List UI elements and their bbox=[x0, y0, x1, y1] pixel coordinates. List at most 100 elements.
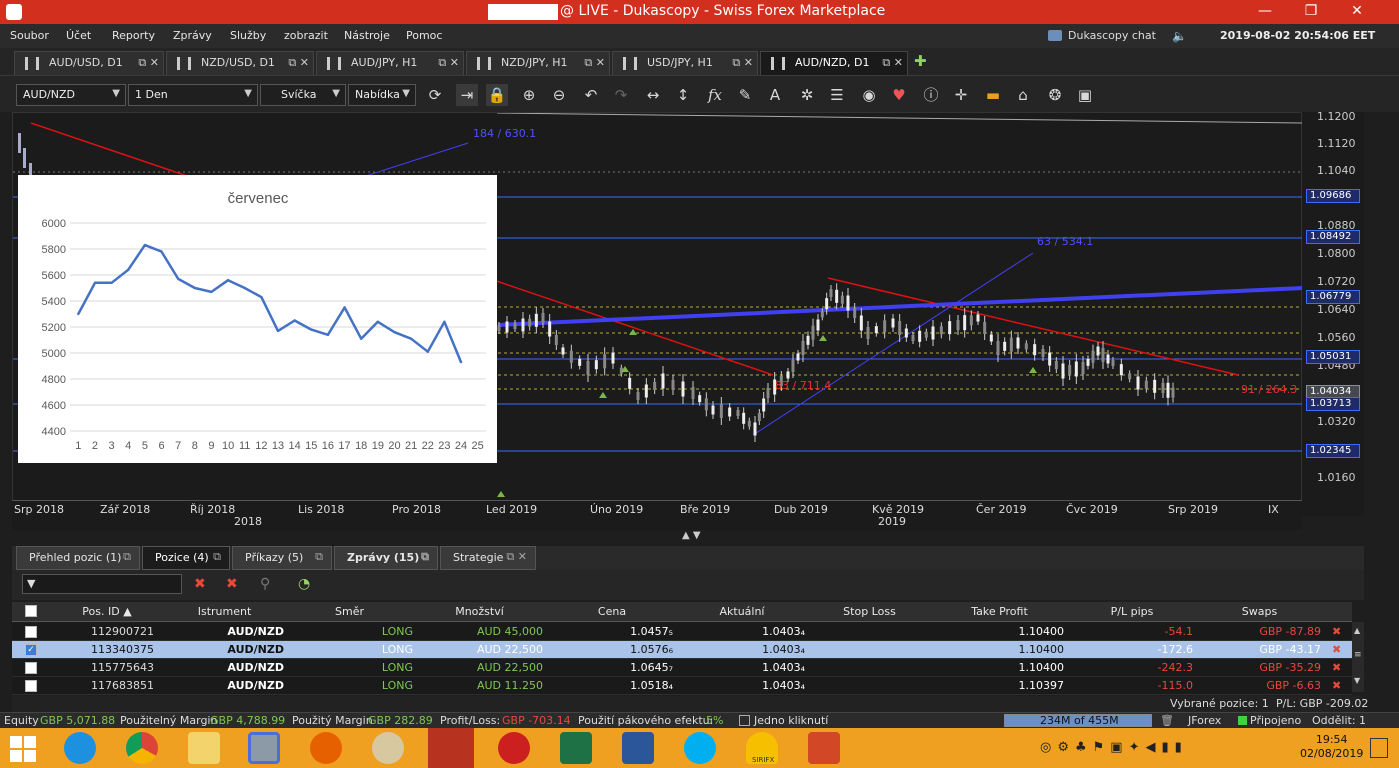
indicators-icon[interactable]: fx bbox=[704, 84, 726, 106]
tab-detach-close-icons[interactable]: ⧉ ✕ bbox=[584, 56, 605, 70]
crosshair-icon[interactable]: ✛ bbox=[950, 84, 972, 106]
tab-nzd-usd[interactable]: NZD/USD, D1 ⧉ ✕ bbox=[166, 51, 314, 75]
refresh-icon[interactable]: ⟳ bbox=[424, 84, 446, 106]
close-position-icon[interactable]: ✖ bbox=[1332, 643, 1341, 656]
menu-zpravy[interactable]: Zprávy bbox=[173, 29, 212, 42]
table-row[interactable]: 117683851 AUD/NZD LONG AUD 11.250 1.0518… bbox=[12, 677, 1352, 695]
detach-icon[interactable]: ⧉ bbox=[123, 550, 131, 564]
col-direction[interactable]: Směr bbox=[287, 605, 412, 618]
tab-aud-nzd[interactable]: AUD/NZD, D1 ⧉ ✕ bbox=[760, 51, 908, 75]
excel-icon[interactable] bbox=[560, 732, 592, 764]
scroll-up-icon[interactable]: ▲ bbox=[1354, 626, 1360, 635]
speaker-icon[interactable]: 🔈 bbox=[1172, 29, 1187, 43]
table-row[interactable]: 115775643 AUD/NZD LONG AUD 22,500 1.0645… bbox=[12, 659, 1352, 677]
template-icon[interactable]: ⌂ bbox=[1012, 84, 1034, 106]
tab-aud-jpy[interactable]: AUD/JPY, H1 ⧉ ✕ bbox=[316, 51, 464, 75]
chrome-icon[interactable] bbox=[126, 732, 158, 764]
tab-aud-usd[interactable]: AUD/USD, D1 ⧉ ✕ bbox=[14, 51, 164, 75]
vertical-scale-icon[interactable]: ↕ bbox=[672, 84, 694, 106]
eye-icon[interactable]: ◉ bbox=[858, 84, 880, 106]
merge-icon[interactable]: ⚲ bbox=[260, 576, 270, 592]
close-button[interactable]: ✕ bbox=[1334, 0, 1380, 24]
col-stop-loss[interactable]: Stop Loss bbox=[807, 605, 932, 618]
row-checkbox[interactable] bbox=[25, 680, 37, 692]
tab-messages[interactable]: Zprávy (15) ⧉ bbox=[334, 546, 438, 570]
save-icon[interactable]: ▣ bbox=[1074, 84, 1096, 106]
row-checkbox-checked[interactable]: ✓ bbox=[25, 644, 37, 656]
menu-reporty[interactable]: Reporty bbox=[112, 29, 155, 42]
select-all-checkbox[interactable] bbox=[25, 605, 37, 617]
offer-side-select[interactable]: Nabídka ▼ bbox=[348, 84, 416, 106]
trade-levels-icon[interactable]: ▬ bbox=[982, 84, 1004, 106]
undo-icon[interactable]: ↶ bbox=[580, 84, 602, 106]
pie-chart-icon[interactable]: ◔ bbox=[298, 576, 310, 592]
windows-start-icon[interactable] bbox=[10, 736, 36, 762]
tab-usd-jpy[interactable]: USD/JPY, H1 ⧉ ✕ bbox=[612, 51, 758, 75]
col-price[interactable]: Cena bbox=[547, 605, 677, 618]
detach-icon[interactable]: ⧉ bbox=[421, 550, 429, 564]
menu-zobrazit[interactable]: zobrazit bbox=[284, 29, 328, 42]
powerpoint-icon[interactable] bbox=[808, 732, 840, 764]
zoom-in-icon[interactable]: ⊕ bbox=[518, 84, 540, 106]
file-explorer-icon[interactable] bbox=[188, 732, 220, 764]
minimize-button[interactable]: — bbox=[1242, 0, 1288, 24]
detach-icon[interactable]: ⧉ bbox=[213, 550, 221, 564]
lock-icon[interactable]: 🔒 bbox=[486, 84, 508, 106]
row-checkbox[interactable] bbox=[25, 626, 37, 638]
menu-nastroje[interactable]: Nástroje bbox=[344, 29, 390, 42]
layers-icon[interactable]: ☰ bbox=[826, 84, 848, 106]
alert-icon[interactable]: ♥ bbox=[888, 84, 910, 106]
jforex-taskbar-icon[interactable] bbox=[428, 728, 474, 768]
col-swaps[interactable]: Swaps bbox=[1197, 605, 1322, 618]
pencil-icon[interactable]: ✎ bbox=[734, 84, 756, 106]
menu-soubor[interactable]: Soubor bbox=[10, 29, 49, 42]
tab-detach-close-icons[interactable]: ⧉ ✕ bbox=[732, 56, 753, 70]
close-position-icon[interactable]: ✖ bbox=[1332, 679, 1341, 692]
internet-explorer-icon[interactable] bbox=[64, 732, 96, 764]
zoom-out-icon[interactable]: ⊖ bbox=[548, 84, 570, 106]
scroll-down-icon[interactable]: ▼ bbox=[1354, 676, 1360, 685]
tab-positions[interactable]: Pozice (4) ⧉ bbox=[142, 546, 230, 570]
word-icon[interactable] bbox=[622, 732, 654, 764]
dukascopy-chat-link[interactable]: Dukascopy chat bbox=[1068, 29, 1156, 42]
table-row-selected[interactable]: ✓ 113340375 AUD/NZD LONG AUD 22,500 1.05… bbox=[12, 641, 1352, 659]
calculator-icon[interactable] bbox=[248, 732, 280, 764]
table-scrollbar[interactable]: ▲ ≡ ▼ bbox=[1352, 622, 1364, 692]
theme-icon[interactable]: ❂ bbox=[1044, 84, 1066, 106]
col-pos-id[interactable]: Pos. ID ▲ bbox=[52, 605, 162, 618]
tab-nzd-jpy[interactable]: NZD/JPY, H1 ⧉ ✕ bbox=[466, 51, 610, 75]
row-checkbox[interactable] bbox=[25, 662, 37, 674]
menu-pomoc[interactable]: Pomoc bbox=[406, 29, 442, 42]
menu-ucet[interactable]: Účet bbox=[66, 29, 91, 42]
time-axis[interactable]: Srp 2018 Zář 2018 Říj 2018 Lis 2018 Pro … bbox=[12, 500, 1302, 530]
gear-app-icon[interactable] bbox=[498, 732, 530, 764]
tab-detach-close-icons[interactable]: ⧉ ✕ bbox=[882, 56, 903, 70]
redo-icon[interactable]: ↷ bbox=[610, 84, 632, 106]
text-tool-icon[interactable]: A bbox=[764, 84, 786, 106]
detach-close-icons[interactable]: ⧉ ✕ bbox=[506, 550, 527, 564]
col-current[interactable]: Aktuální bbox=[677, 605, 807, 618]
maximize-button[interactable]: ❐ bbox=[1288, 0, 1334, 24]
table-row[interactable]: 112900721 AUD/NZD LONG AUD 45,000 1.0457… bbox=[12, 623, 1352, 641]
one-click-checkbox[interactable] bbox=[739, 715, 750, 726]
col-amount[interactable]: Množství bbox=[412, 605, 547, 618]
shift-chart-icon[interactable]: ⇥ bbox=[456, 84, 478, 106]
add-chart-icon[interactable]: ✚ bbox=[914, 52, 927, 70]
instrument-select[interactable]: AUD/NZD ▼ bbox=[16, 84, 126, 106]
chart-type-select[interactable]: Svíčka ▼ bbox=[260, 84, 346, 106]
paint-icon[interactable] bbox=[372, 732, 404, 764]
trash-icon[interactable]: 🗑 bbox=[1160, 714, 1174, 727]
tab-orders[interactable]: Příkazy (5) ⧉ bbox=[232, 546, 332, 570]
system-tray-icons[interactable]: ◎⚙♣⚑▣✦◀▮▮ bbox=[1040, 740, 1188, 755]
tab-detach-close-icons[interactable]: ⧉ ✕ bbox=[138, 56, 159, 70]
col-take-profit[interactable]: Take Profit bbox=[932, 605, 1067, 618]
tab-detach-close-icons[interactable]: ⧉ ✕ bbox=[288, 56, 309, 70]
chat-icon[interactable] bbox=[1048, 30, 1062, 41]
scroll-thumb-icon[interactable]: ≡ bbox=[1354, 650, 1362, 660]
tab-strategies[interactable]: Strategie ⧉ ✕ bbox=[440, 546, 536, 570]
skype-icon[interactable] bbox=[684, 732, 716, 764]
close-position-icon[interactable]: ✖ bbox=[1332, 661, 1341, 674]
detach-icon[interactable]: ⧉ bbox=[315, 550, 323, 564]
close-position-icon[interactable]: ✖ bbox=[1332, 625, 1341, 638]
close-selected-icon[interactable]: ✖ bbox=[226, 576, 238, 592]
